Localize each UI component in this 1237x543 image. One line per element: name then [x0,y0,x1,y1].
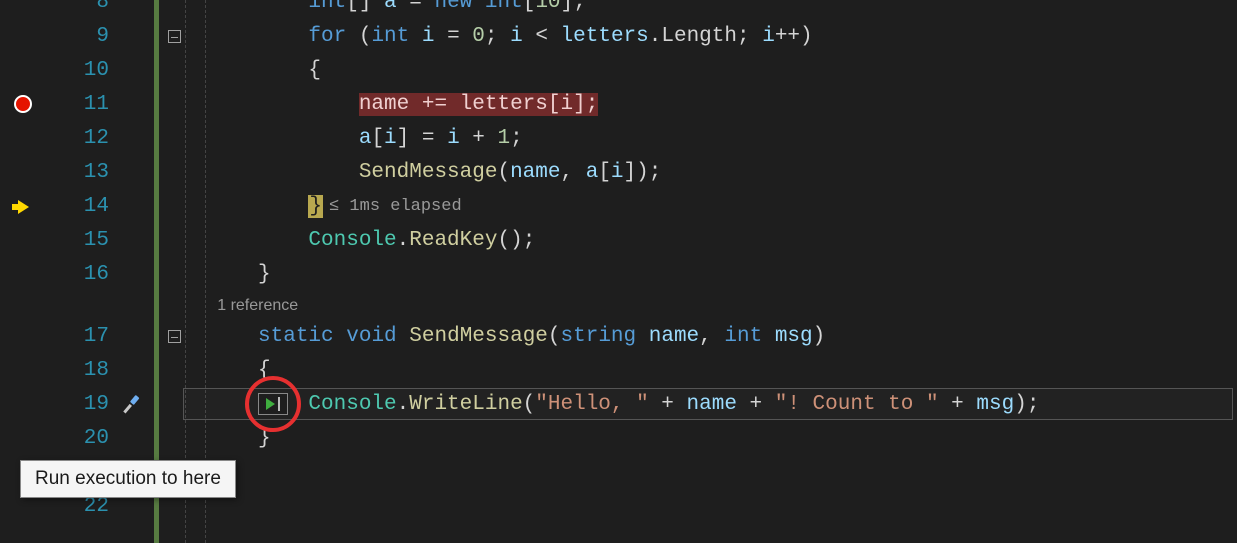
fold-toggle[interactable] [168,30,181,43]
perf-tip[interactable]: ≤ 1ms elapsed [329,197,462,216]
line-number: 10 [45,54,117,88]
code-line[interactable]: 12 a[i] = i + 1; [0,122,1237,156]
code-editor[interactable]: 8 int[] a = new int[10]; 9 for (int i = … [0,0,1237,543]
code[interactable]: a[i] = i + 1; [195,122,1237,156]
line-number: 9 [45,20,117,54]
code-line[interactable]: 16 } [0,258,1237,292]
code[interactable]: Console.ReadKey(); [195,224,1237,258]
line-number: 17 [45,320,117,354]
code-line[interactable]: 14 } ≤ 1ms elapsed [0,190,1237,224]
line-number: 15 [45,224,117,258]
code-line[interactable]: 19 Console.WriteLine("Hello, " + name + … [0,388,1237,422]
code[interactable]: for (int i = 0; i < letters.Length; i++) [195,20,1237,54]
code-line[interactable]: 15 Console.ReadKey(); [0,224,1237,258]
code-line[interactable]: 18 { [0,354,1237,388]
code[interactable]: { [195,354,1237,388]
line-number: 12 [45,122,117,156]
code[interactable]: Console.WriteLine("Hello, " + name + "! … [195,388,1237,422]
code[interactable]: { [195,54,1237,88]
code-line[interactable]: 17 static void SendMessage(string name, … [0,320,1237,354]
run-to-click-tooltip: Run execution to here [20,460,236,498]
code[interactable]: static void SendMessage(string name, int… [195,320,1237,354]
code[interactable]: } ≤ 1ms elapsed [195,190,1237,224]
codelens-row[interactable]: 1 reference [0,292,1237,320]
code[interactable]: name += letters[i]; [195,88,1237,122]
line-number: 18 [45,354,117,388]
breakpoint-icon[interactable] [14,95,32,113]
code-line[interactable]: 11 name += letters[i]; [0,88,1237,122]
current-statement-arrow-icon [18,200,29,214]
code-line[interactable]: 9 for (int i = 0; i < letters.Length; i+… [0,20,1237,54]
fold-toggle[interactable] [168,330,181,343]
line-number: 14 [45,190,117,224]
code[interactable]: } [195,422,1237,456]
code[interactable]: SendMessage(name, a[i]); [195,156,1237,190]
code-line[interactable]: 20 } [0,422,1237,456]
current-brace: } [308,195,323,218]
code[interactable]: int[] a = new int[10]; [195,0,1237,20]
code[interactable]: } [195,258,1237,292]
code-line[interactable]: 8 int[] a = new int[10]; [0,0,1237,20]
line-number: 16 [45,258,117,292]
line-number: 13 [45,156,117,190]
lightbulb-screwdriver-icon[interactable] [120,394,142,416]
line-number: 20 [45,422,117,456]
code-line[interactable]: 13 SendMessage(name, a[i]); [0,156,1237,190]
line-number: 11 [45,88,117,122]
line-number: 8 [45,0,117,20]
line-number: 19 [45,388,117,422]
code-line[interactable]: 10 { [0,54,1237,88]
